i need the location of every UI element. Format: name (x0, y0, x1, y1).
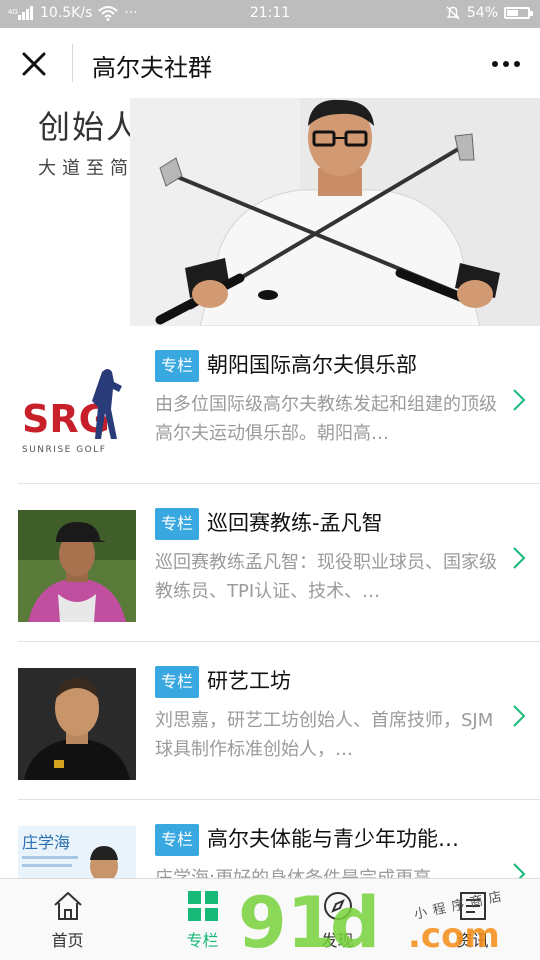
column-list: SRG SUNRISE GOLF 专栏 朝阳国际高尔夫俱乐部 由多位国际级高尔夫教… (0, 326, 540, 958)
item-title-line: 专栏 高尔夫体能与青少年功能… (155, 824, 505, 856)
bell-off-icon (446, 6, 460, 20)
item-title-line: 专栏 巡回赛教练-孟凡智 (155, 508, 505, 540)
tab-label: 专栏 (186, 931, 219, 950)
item-text: 专栏 朝阳国际高尔夫俱乐部 由多位国际级高尔夫教练发起和组建的顶级高尔夫运动俱乐部… (155, 350, 505, 448)
status-bar: 4G 10.5K/s ··· 21:11 54% (0, 0, 540, 28)
list-item[interactable]: SRG SUNRISE GOLF 专栏 朝阳国际高尔夫俱乐部 由多位国际级高尔夫教… (0, 326, 540, 484)
battery-icon (504, 7, 533, 19)
page-title: 高尔夫社群 (92, 54, 212, 82)
discover-icon (323, 892, 352, 920)
tab-label: 发现 (321, 931, 354, 950)
srg-logo-icon: SRG SUNRISE GOLF (18, 352, 136, 464)
item-title: 研艺工坊 (207, 669, 292, 693)
column-tag: 专栏 (155, 350, 200, 382)
tab-news[interactable]: 资讯 (405, 879, 540, 960)
column-tag: 专栏 (155, 824, 200, 856)
item-title: 巡回赛教练-孟凡智 (207, 511, 383, 535)
column-tag: 专栏 (155, 666, 200, 698)
column-tag: 专栏 (155, 508, 200, 540)
item-title: 朝阳国际高尔夫俱乐部 (207, 353, 418, 377)
more-dot (492, 61, 498, 67)
chevron-right-icon (513, 547, 526, 569)
founder-banner[interactable]: 创始人说 大道至简 (0, 98, 540, 326)
tab-columns[interactable]: 专栏 (135, 879, 270, 960)
founder-portrait (18, 668, 136, 780)
home-icon (53, 892, 82, 920)
close-button[interactable] (18, 48, 50, 80)
tab-label: 首页 (51, 931, 84, 950)
item-text: 专栏 研艺工坊 刘思嘉，研艺工坊创始人、首席技师，SJM球具制作标准创始人，… (155, 666, 505, 764)
item-thumbnail: SRG SUNRISE GOLF (18, 352, 136, 464)
battery-percent: 54% (466, 5, 498, 21)
item-thumbnail (18, 510, 136, 622)
close-icon (22, 52, 46, 76)
item-text: 专栏 巡回赛教练-孟凡智 巡回赛教练孟凡智：现役职业球员、国家级教练员、TPI认证… (155, 508, 505, 606)
item-title-line: 专栏 朝阳国际高尔夫俱乐部 (155, 350, 505, 382)
battery-fill (507, 10, 518, 16)
thumb-text: 庄学海 (22, 833, 70, 852)
item-title: 高尔夫体能与青少年功能… (207, 827, 460, 851)
chevron-right-icon (513, 705, 526, 727)
coach-photo (18, 510, 136, 622)
grid-icon (187, 891, 218, 921)
item-description: 刘思嘉，研艺工坊创始人、首席技师，SJM球具制作标准创始人，… (155, 710, 494, 760)
nav-bar: 高尔夫社群 (0, 28, 540, 98)
banner-subtitle: 大道至简 (38, 158, 134, 179)
status-right: 54% (445, 5, 533, 21)
item-thumbnail (18, 668, 136, 780)
more-dot (503, 61, 509, 67)
nav-divider (72, 44, 73, 82)
tab-label: 资讯 (456, 931, 489, 950)
logo-subtext: SUNRISE GOLF (22, 445, 106, 455)
news-icon (459, 892, 486, 920)
more-dot (514, 61, 520, 67)
item-description: 由多位国际级高尔夫教练发起和组建的顶级高尔夫运动俱乐部。朝阳高… (155, 394, 497, 444)
tab-discover[interactable]: 发现 (270, 879, 405, 960)
tab-home[interactable]: 首页 (0, 879, 135, 960)
founder-photo (130, 98, 540, 326)
list-item[interactable]: 专栏 巡回赛教练-孟凡智 巡回赛教练孟凡智：现役职业球员、国家级教练员、TPI认证… (0, 484, 540, 642)
list-item[interactable]: 专栏 研艺工坊 刘思嘉，研艺工坊创始人、首席技师，SJM球具制作标准创始人，… (0, 642, 540, 800)
item-description: 巡回赛教练孟凡智：现役职业球员、国家级教练员、TPI认证、技术、… (155, 552, 497, 602)
tab-bar: 首页 专栏 发现 资讯 (0, 878, 540, 960)
item-title-line: 专栏 研艺工坊 (155, 666, 505, 698)
chevron-right-icon (513, 389, 526, 411)
more-options-button[interactable] (486, 50, 526, 78)
